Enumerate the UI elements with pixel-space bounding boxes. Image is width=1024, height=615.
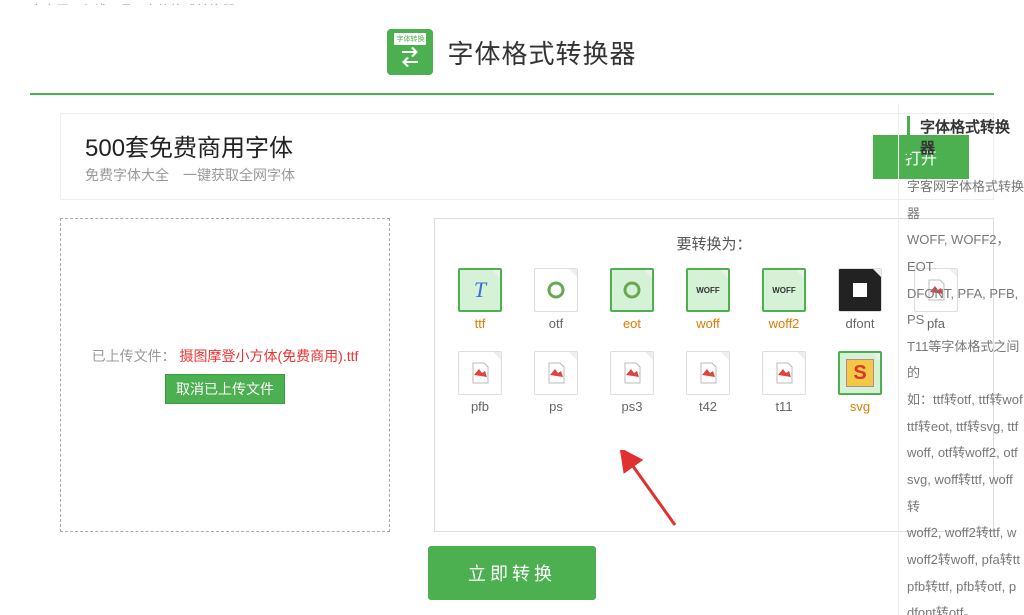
crumb-a[interactable]: 字客网 xyxy=(30,3,69,5)
format-option-ps[interactable]: ps xyxy=(531,351,581,414)
format-option-pfb[interactable]: pfb xyxy=(455,351,505,414)
format-option-ps3[interactable]: ps3 xyxy=(607,351,657,414)
format-option-woff[interactable]: WOFF woff xyxy=(683,268,733,331)
t11-format-icon xyxy=(762,351,806,395)
format-label: dfont xyxy=(835,316,885,331)
format-option-dfont[interactable]: dfont xyxy=(835,268,885,331)
format-option-t11[interactable]: t11 xyxy=(759,351,809,414)
format-option-eot[interactable]: eot xyxy=(607,268,657,331)
format-label: woff2 xyxy=(759,316,809,331)
ad-banner: 500套免费商用字体 免费字体大全 一键获取全网字体 打开 xyxy=(60,113,994,200)
format-option-woff2[interactable]: WOFF woff2 xyxy=(759,268,809,331)
format-label: eot xyxy=(607,316,657,331)
ttf-format-icon: T xyxy=(458,268,502,312)
format-label: ps xyxy=(531,399,581,414)
format-label: t11 xyxy=(759,399,809,414)
format-label: t42 xyxy=(683,399,733,414)
convert-button[interactable]: 立即转换 xyxy=(428,546,596,600)
app-logo-icon: 字体转换 xyxy=(387,29,433,75)
ad-title: 500套免费商用字体 xyxy=(85,128,295,163)
otf-format-icon xyxy=(534,268,578,312)
ps3-format-icon xyxy=(610,351,654,395)
format-label: svg xyxy=(835,399,885,414)
woff2-format-icon: WOFF xyxy=(762,268,806,312)
upload-label: 已上传文件： xyxy=(92,348,176,364)
upload-dropzone[interactable]: 已上传文件： 摄图摩登小方体(免费商用).ttf 取消已上传文件 xyxy=(60,218,390,532)
uploaded-filename: 摄图摩登小方体(免费商用).ttf xyxy=(180,348,359,364)
sidebar-heading: 字体格式转换器 xyxy=(907,116,1024,158)
format-option-otf[interactable]: otf xyxy=(531,268,581,331)
format-panel-title: 要转换为： xyxy=(455,233,973,254)
format-option-ttf[interactable]: Tttf xyxy=(455,268,505,331)
cancel-upload-button[interactable]: 取消已上传文件 xyxy=(165,374,285,404)
woff-format-icon: WOFF xyxy=(686,268,730,312)
t42-format-icon xyxy=(686,351,730,395)
format-label: pfb xyxy=(455,399,505,414)
hero: 字体转换 字体格式转换器 xyxy=(30,5,994,95)
format-label: otf xyxy=(531,316,581,331)
svg-format-icon: S xyxy=(838,351,882,395)
dfont-format-icon xyxy=(838,268,882,312)
format-label: ttf xyxy=(455,316,505,331)
format-option-svg[interactable]: Ssvg xyxy=(835,351,885,414)
format-label: woff xyxy=(683,316,733,331)
sidebar-body: 字客网字体格式转换器WOFF, WOFF2，EOTDFONT, PFA, PFB… xyxy=(899,174,1024,615)
crumb-b[interactable]: 在线工具 xyxy=(81,3,133,5)
pfb-format-icon xyxy=(458,351,502,395)
eot-format-icon xyxy=(610,268,654,312)
ps-format-icon xyxy=(534,351,578,395)
format-option-t42[interactable]: t42 xyxy=(683,351,733,414)
format-label: ps3 xyxy=(607,399,657,414)
sidebar: 字体格式转换器 字客网字体格式转换器WOFF, WOFF2，EOTDFONT, … xyxy=(898,104,1024,615)
page-title: 字体格式转换器 xyxy=(447,34,636,71)
ad-subtitle: 免费字体大全 一键获取全网字体 xyxy=(85,165,295,185)
crumb-c: 字体格式转换器 xyxy=(144,3,235,5)
